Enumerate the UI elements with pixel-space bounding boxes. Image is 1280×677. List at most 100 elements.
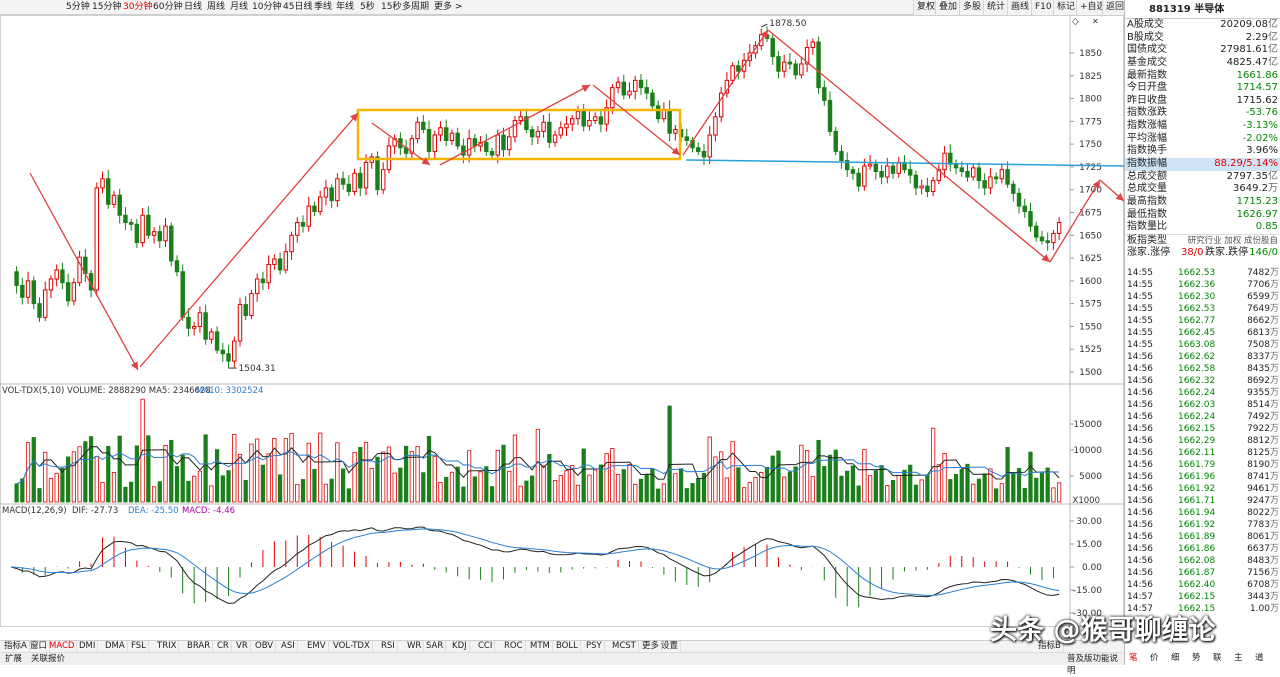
period-7[interactable]: 10分钟 — [252, 1, 281, 14]
volume-bar — [369, 468, 374, 503]
period-5[interactable]: 周线 — [207, 1, 225, 14]
indicator-tab-9[interactable]: VR — [234, 641, 251, 652]
toolbar-button-3[interactable]: 统计 — [983, 0, 1009, 15]
indicator-tab-20[interactable]: MTM — [528, 641, 553, 652]
indicator-tab-3[interactable]: DMI — [77, 641, 99, 652]
indicator-tab-2[interactable]: MACD — [47, 641, 78, 652]
indicator-tab-10[interactable]: OBV — [253, 641, 277, 652]
period-0[interactable]: 5分钟 — [66, 1, 90, 14]
candle-body — [696, 147, 701, 152]
candle-body — [254, 278, 260, 295]
volume-bar — [151, 486, 157, 503]
tick-time: 14:56 — [1127, 508, 1153, 518]
indicator-tab-11[interactable]: ASI — [279, 641, 298, 652]
stat-value: 0.85 — [1255, 221, 1278, 233]
period-14[interactable]: 更多 > — [434, 1, 462, 14]
candle-body — [673, 129, 678, 134]
volume-bar — [461, 486, 466, 503]
period-6[interactable]: 月线 — [230, 1, 248, 14]
indicator-tab-6[interactable]: TRIX — [155, 641, 180, 652]
bottom-tab-0[interactable]: 扩展 — [2, 653, 25, 665]
indicator-tab-15[interactable]: WR — [405, 641, 425, 652]
tick-volume: 7508万 — [1247, 340, 1279, 350]
toolbar-button-6[interactable]: 标记 — [1053, 0, 1079, 15]
indicator-tab-23[interactable]: MCST — [610, 641, 639, 652]
indicator-tab-13[interactable]: VOL-TDX — [331, 641, 373, 652]
limit-up-value: 38/0 — [1181, 246, 1204, 258]
quick-icon-4[interactable]: 联 — [1210, 652, 1225, 664]
period-2[interactable]: 30分钟 — [123, 1, 152, 14]
indicator-tab-0[interactable]: 指标A — [2, 641, 30, 652]
stat-row: 国债成交 27981.61亿 — [1125, 44, 1280, 57]
volume-multiplier: X1000 — [1073, 496, 1100, 506]
tick-time: 14:56 — [1127, 412, 1153, 422]
toolbar-button-2[interactable]: 多股 — [959, 0, 985, 15]
indicator-tab-8[interactable]: CR — [215, 641, 232, 652]
limit-up-label: 涨家.涨停 — [1127, 246, 1171, 258]
tick-volume: 8061万 — [1247, 532, 1279, 542]
period-8[interactable]: 45日线 — [283, 1, 312, 14]
indicator-tab-12[interactable]: EMV — [305, 641, 329, 652]
volume-bar — [232, 433, 237, 503]
candle-body — [1056, 222, 1062, 234]
indicator-tab-5[interactable]: FSL — [129, 641, 149, 652]
volume-bar — [1011, 473, 1016, 503]
period-13[interactable]: 多周期 — [402, 1, 429, 14]
period-11[interactable]: 5秒 — [360, 1, 375, 14]
quick-icon-3[interactable]: 势 — [1189, 652, 1204, 664]
indicator-tab-25[interactable]: 设置 — [659, 641, 682, 652]
bottom-tab-1[interactable]: 关联报价 — [28, 653, 68, 665]
indicator-tab-22[interactable]: PSY — [584, 641, 605, 652]
indicator-tab-7[interactable]: BRAR — [185, 641, 214, 652]
indicator-tab-4[interactable]: DMA — [103, 641, 128, 652]
tick-row: 14:55 1662.77 8662万 — [1125, 315, 1280, 327]
chart-area[interactable]: 1850182518001775175017251700167516501625… — [0, 15, 1124, 627]
indicator-b-tab[interactable]: 指标B — [1036, 641, 1064, 652]
volume-bar — [449, 471, 455, 503]
volume-bar — [352, 452, 357, 503]
candle-body — [581, 110, 586, 127]
candle-body — [346, 183, 352, 193]
candle-body — [621, 81, 627, 96]
quick-icon-5[interactable]: 主 — [1231, 652, 1246, 664]
volume-bar — [48, 477, 54, 503]
indicator-tab-18[interactable]: CCI — [476, 641, 496, 652]
period-9[interactable]: 季线 — [314, 1, 332, 14]
volume-bar — [707, 436, 712, 503]
tick-row: 14:55 1662.53 7649万 — [1125, 303, 1280, 315]
quick-icon-2[interactable]: 细 — [1168, 652, 1183, 664]
volume-bar — [982, 473, 987, 503]
indicator-tab-17[interactable]: KDJ — [450, 641, 470, 652]
candle-body — [896, 161, 901, 174]
period-3[interactable]: 60分钟 — [153, 1, 182, 14]
toolbar-button-5[interactable]: F10 — [1031, 0, 1055, 15]
indicator-tab-14[interactable]: RSI — [379, 641, 398, 652]
tick-volume: 9461万 — [1247, 484, 1279, 494]
toolbar-button-4[interactable]: 画线 — [1007, 0, 1033, 15]
volume-bar — [14, 483, 19, 503]
period-1[interactable]: 15分钟 — [92, 1, 121, 14]
help-link[interactable]: 普及版功能说明 — [1064, 653, 1124, 676]
candle-body — [512, 119, 518, 138]
tick-list[interactable]: 14:55 1662.53 7482万 14:55 1662.36 7706万 14:55 1… — [1125, 267, 1280, 615]
stat-label: 指数涨幅 — [1127, 120, 1167, 132]
price-axis-label: 1625 — [1079, 254, 1102, 264]
period-12[interactable]: 15秒 — [381, 1, 401, 14]
quick-icon-0[interactable]: 笔 — [1126, 652, 1141, 664]
volume-bar — [1051, 487, 1056, 503]
tick-volume: 7649万 — [1247, 304, 1279, 314]
period-10[interactable]: 年线 — [336, 1, 354, 14]
period-4[interactable]: 日线 — [184, 1, 202, 14]
quick-icon-6[interactable]: 道 — [1252, 652, 1267, 664]
candle-body — [879, 170, 884, 178]
candle-body — [552, 134, 558, 143]
volume-bar — [764, 466, 770, 503]
candle-body — [71, 282, 77, 302]
indicator-tab-19[interactable]: ROC — [502, 641, 526, 652]
indicator-tab-16[interactable]: SAR — [424, 641, 447, 652]
indicator-tab-21[interactable]: BOLL — [554, 641, 581, 652]
trend-arrow — [1099, 179, 1124, 202]
volume-bar — [873, 470, 878, 503]
toolbar-button-1[interactable]: 叠加 — [935, 0, 961, 15]
quick-icon-1[interactable]: 价 — [1147, 652, 1162, 664]
